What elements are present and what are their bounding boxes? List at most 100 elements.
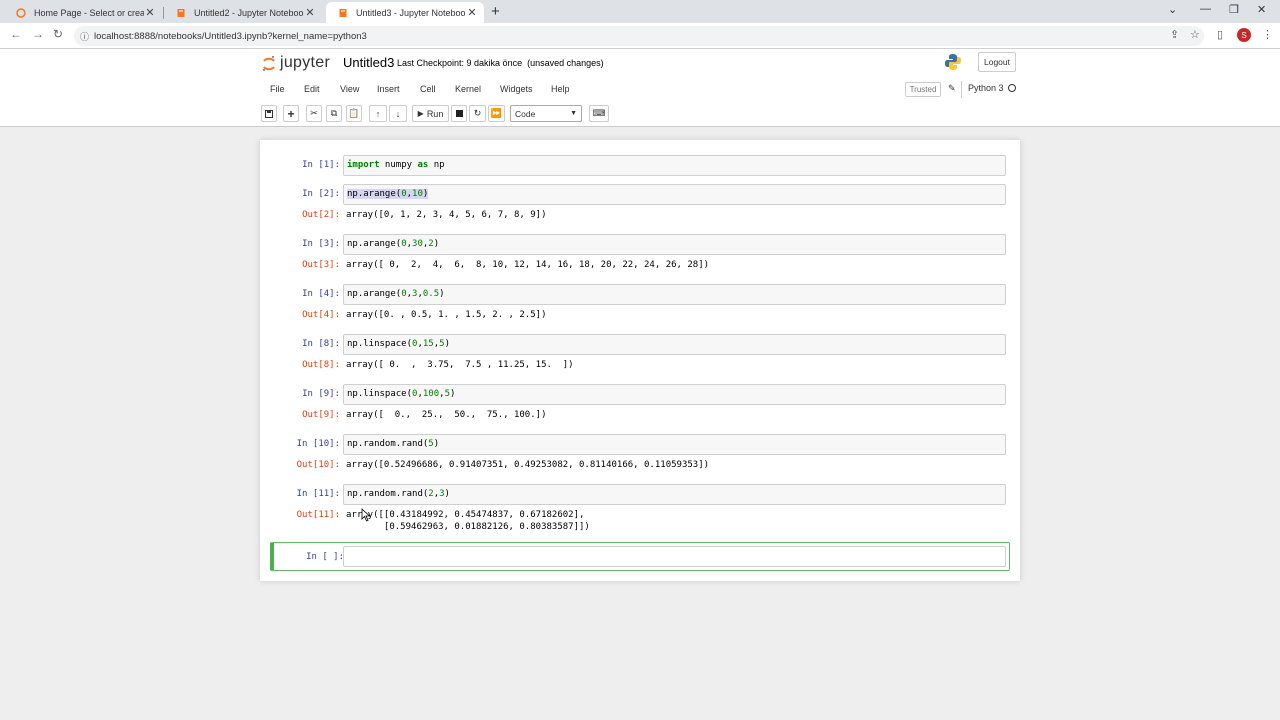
out-prompt: Out[8]: <box>302 360 340 370</box>
keyboard-icon[interactable]: ⌨ <box>589 105 609 122</box>
more-menu-icon[interactable]: ⋮ <box>1262 28 1273 41</box>
menu-edit[interactable]: Edit <box>304 84 320 94</box>
code-input[interactable]: np.arange(0,10) <box>343 184 1006 205</box>
mouse-cursor-icon <box>361 508 371 527</box>
chevron-down-icon[interactable]: ⌄ <box>1168 3 1177 16</box>
cell-output: array([ 0, 2, 4, 6, 8, 10, 12, 14, 16, 1… <box>346 260 710 270</box>
star-icon[interactable]: ☆ <box>1190 28 1200 41</box>
notebook-title[interactable]: Untitled3 <box>343 55 394 70</box>
avatar[interactable]: S <box>1237 28 1251 42</box>
restore-icon[interactable]: ❐ <box>1229 3 1239 16</box>
out-prompt: Out[11]: <box>296 510 340 520</box>
sidebar-icon[interactable]: ▯ <box>1217 28 1223 41</box>
menu-insert[interactable]: Insert <box>377 84 400 94</box>
close-icon[interactable]: ✕ <box>466 6 478 19</box>
out-prompt: Out[9]: <box>302 410 340 420</box>
notebook-container: In [1]: import numpy as np In [2]: np.ar… <box>260 140 1020 581</box>
kernel-idle-indicator-icon <box>1008 84 1016 92</box>
add-cell-icon[interactable]: + <box>283 105 299 122</box>
cell-type-value: Code <box>515 108 536 119</box>
fast-forward-icon[interactable]: ⏩ <box>488 105 505 122</box>
unsaved-text: (unsaved changes) <box>527 58 604 68</box>
menu-kernel[interactable]: Kernel <box>455 84 481 94</box>
url-input[interactable]: ⓘ localhost:8888/notebooks/Untitled3.ipy… <box>74 26 1204 46</box>
url-text: localhost:8888/notebooks/Untitled3.ipynb… <box>94 30 367 42</box>
restart-icon[interactable]: ↻ <box>469 105 486 122</box>
code-input[interactable]: import numpy as np <box>343 155 1006 176</box>
checkpoint-text: Last Checkpoint: 9 dakika önce <box>397 58 523 68</box>
menu-view[interactable]: View <box>340 84 359 94</box>
address-bar-row: ← → ↻ ⓘ localhost:8888/notebooks/Untitle… <box>0 23 1280 49</box>
cell-output: array([[0.43184992, 0.45474837, 0.671826… <box>346 510 590 532</box>
code-input[interactable]: np.arange(0,30,2) <box>343 234 1006 255</box>
chevron-down-icon: ▼ <box>570 110 577 117</box>
in-prompt: In [4]: <box>302 289 340 299</box>
code-input[interactable]: np.arange(0,3,0.5) <box>343 284 1006 305</box>
code-input[interactable] <box>343 546 1006 567</box>
cell-output: array([0.52496686, 0.91407351, 0.4925308… <box>346 460 710 470</box>
jupyter-favicon-icon <box>16 7 26 18</box>
menu-file[interactable]: File <box>270 84 285 94</box>
cell-type-select[interactable]: Code ▼ <box>510 105 582 122</box>
cut-icon[interactable]: ✂ <box>306 105 322 122</box>
stop-icon[interactable] <box>451 105 467 122</box>
copy-icon[interactable]: ⧉ <box>326 105 342 122</box>
menu-bar: File Edit View Insert Cell Kernel Widget… <box>258 79 1022 101</box>
cell-output: array([0, 1, 2, 3, 4, 5, 6, 7, 8, 9]) <box>346 210 547 220</box>
share-icon[interactable]: ⇪ <box>1170 28 1179 41</box>
in-prompt: In [11]: <box>296 489 340 499</box>
checkpoint-status: Last Checkpoint: 9 dakika önce (unsaved … <box>397 58 604 68</box>
reload-icon[interactable]: ↻ <box>53 27 63 41</box>
out-prompt: Out[10]: <box>296 460 340 470</box>
code-input[interactable]: np.random.rand(5) <box>343 434 1006 455</box>
save-icon[interactable] <box>261 105 277 122</box>
in-prompt: In [ ]: <box>306 552 344 562</box>
in-prompt: In [2]: <box>302 189 340 199</box>
active-code-cell[interactable]: In [ ]: <box>270 542 1010 571</box>
in-prompt: In [3]: <box>302 239 340 249</box>
tab-label: Home Page - Select or create a n <box>34 7 144 18</box>
kernel-name[interactable]: Python 3 <box>968 83 1004 93</box>
code-input[interactable]: np.linspace(0,15,5) <box>343 334 1006 355</box>
in-prompt: In [1]: <box>302 160 340 170</box>
close-icon[interactable]: ✕ <box>304 6 316 19</box>
run-button[interactable]: ▶ Run <box>412 105 449 122</box>
trusted-badge[interactable]: Trusted <box>905 82 941 97</box>
browser-tab-untitled3[interactable]: Untitled3 - Jupyter Notebook ✕ <box>326 2 484 23</box>
browser-tab-untitled2[interactable]: Untitled2 - Jupyter Notebook ✕ <box>164 2 322 23</box>
close-window-icon[interactable]: ✕ <box>1257 3 1266 16</box>
run-label: Run <box>426 108 444 119</box>
out-prompt: Out[3]: <box>302 260 340 270</box>
logout-button[interactable]: Logout <box>978 52 1016 72</box>
out-prompt: Out[4]: <box>302 310 340 320</box>
move-down-icon[interactable]: ↓ <box>389 105 407 122</box>
forward-icon[interactable]: → <box>32 27 44 41</box>
minimize-icon[interactable]: — <box>1200 3 1211 15</box>
menu-help[interactable]: Help <box>551 84 570 94</box>
jupyter-header: jupyter Untitled3 Last Checkpoint: 9 dak… <box>0 49 1280 127</box>
new-tab-icon[interactable]: + <box>491 3 500 20</box>
code-input[interactable]: np.linspace(0,100,5) <box>343 384 1006 405</box>
notebook-favicon-icon <box>176 8 186 18</box>
divider <box>961 81 962 98</box>
in-prompt: In [9]: <box>302 389 340 399</box>
cell-output: array([0. , 0.5, 1. , 1.5, 2. , 2.5]) <box>346 310 547 320</box>
info-icon[interactable]: ⓘ <box>80 30 89 43</box>
jupyter-logo[interactable]: jupyter <box>262 54 330 72</box>
play-icon: ▶ <box>417 109 424 118</box>
menu-cell[interactable]: Cell <box>420 84 436 94</box>
cell-output: array([ 0. , 3.75, 7.5 , 11.25, 15. ]) <box>346 360 574 370</box>
move-up-icon[interactable]: ↑ <box>369 105 387 122</box>
jupyter-logo-icon <box>262 55 276 71</box>
pencil-icon[interactable]: ✎ <box>948 83 956 94</box>
menu-widgets[interactable]: Widgets <box>500 84 533 94</box>
code-input[interactable]: np.random.rand(2,3) <box>343 484 1006 505</box>
tab-label: Untitled2 - Jupyter Notebook <box>194 7 304 18</box>
close-icon[interactable]: ✕ <box>144 6 156 19</box>
browser-tab-home[interactable]: Home Page - Select or create a n ✕ <box>4 2 162 23</box>
back-icon[interactable]: ← <box>10 27 22 41</box>
logo-text: jupyter <box>280 54 331 71</box>
browser-tab-bar: Home Page - Select or create a n ✕ Untit… <box>0 0 1280 23</box>
notebook-favicon-icon <box>338 8 348 18</box>
paste-icon[interactable]: 📋 <box>346 105 362 122</box>
